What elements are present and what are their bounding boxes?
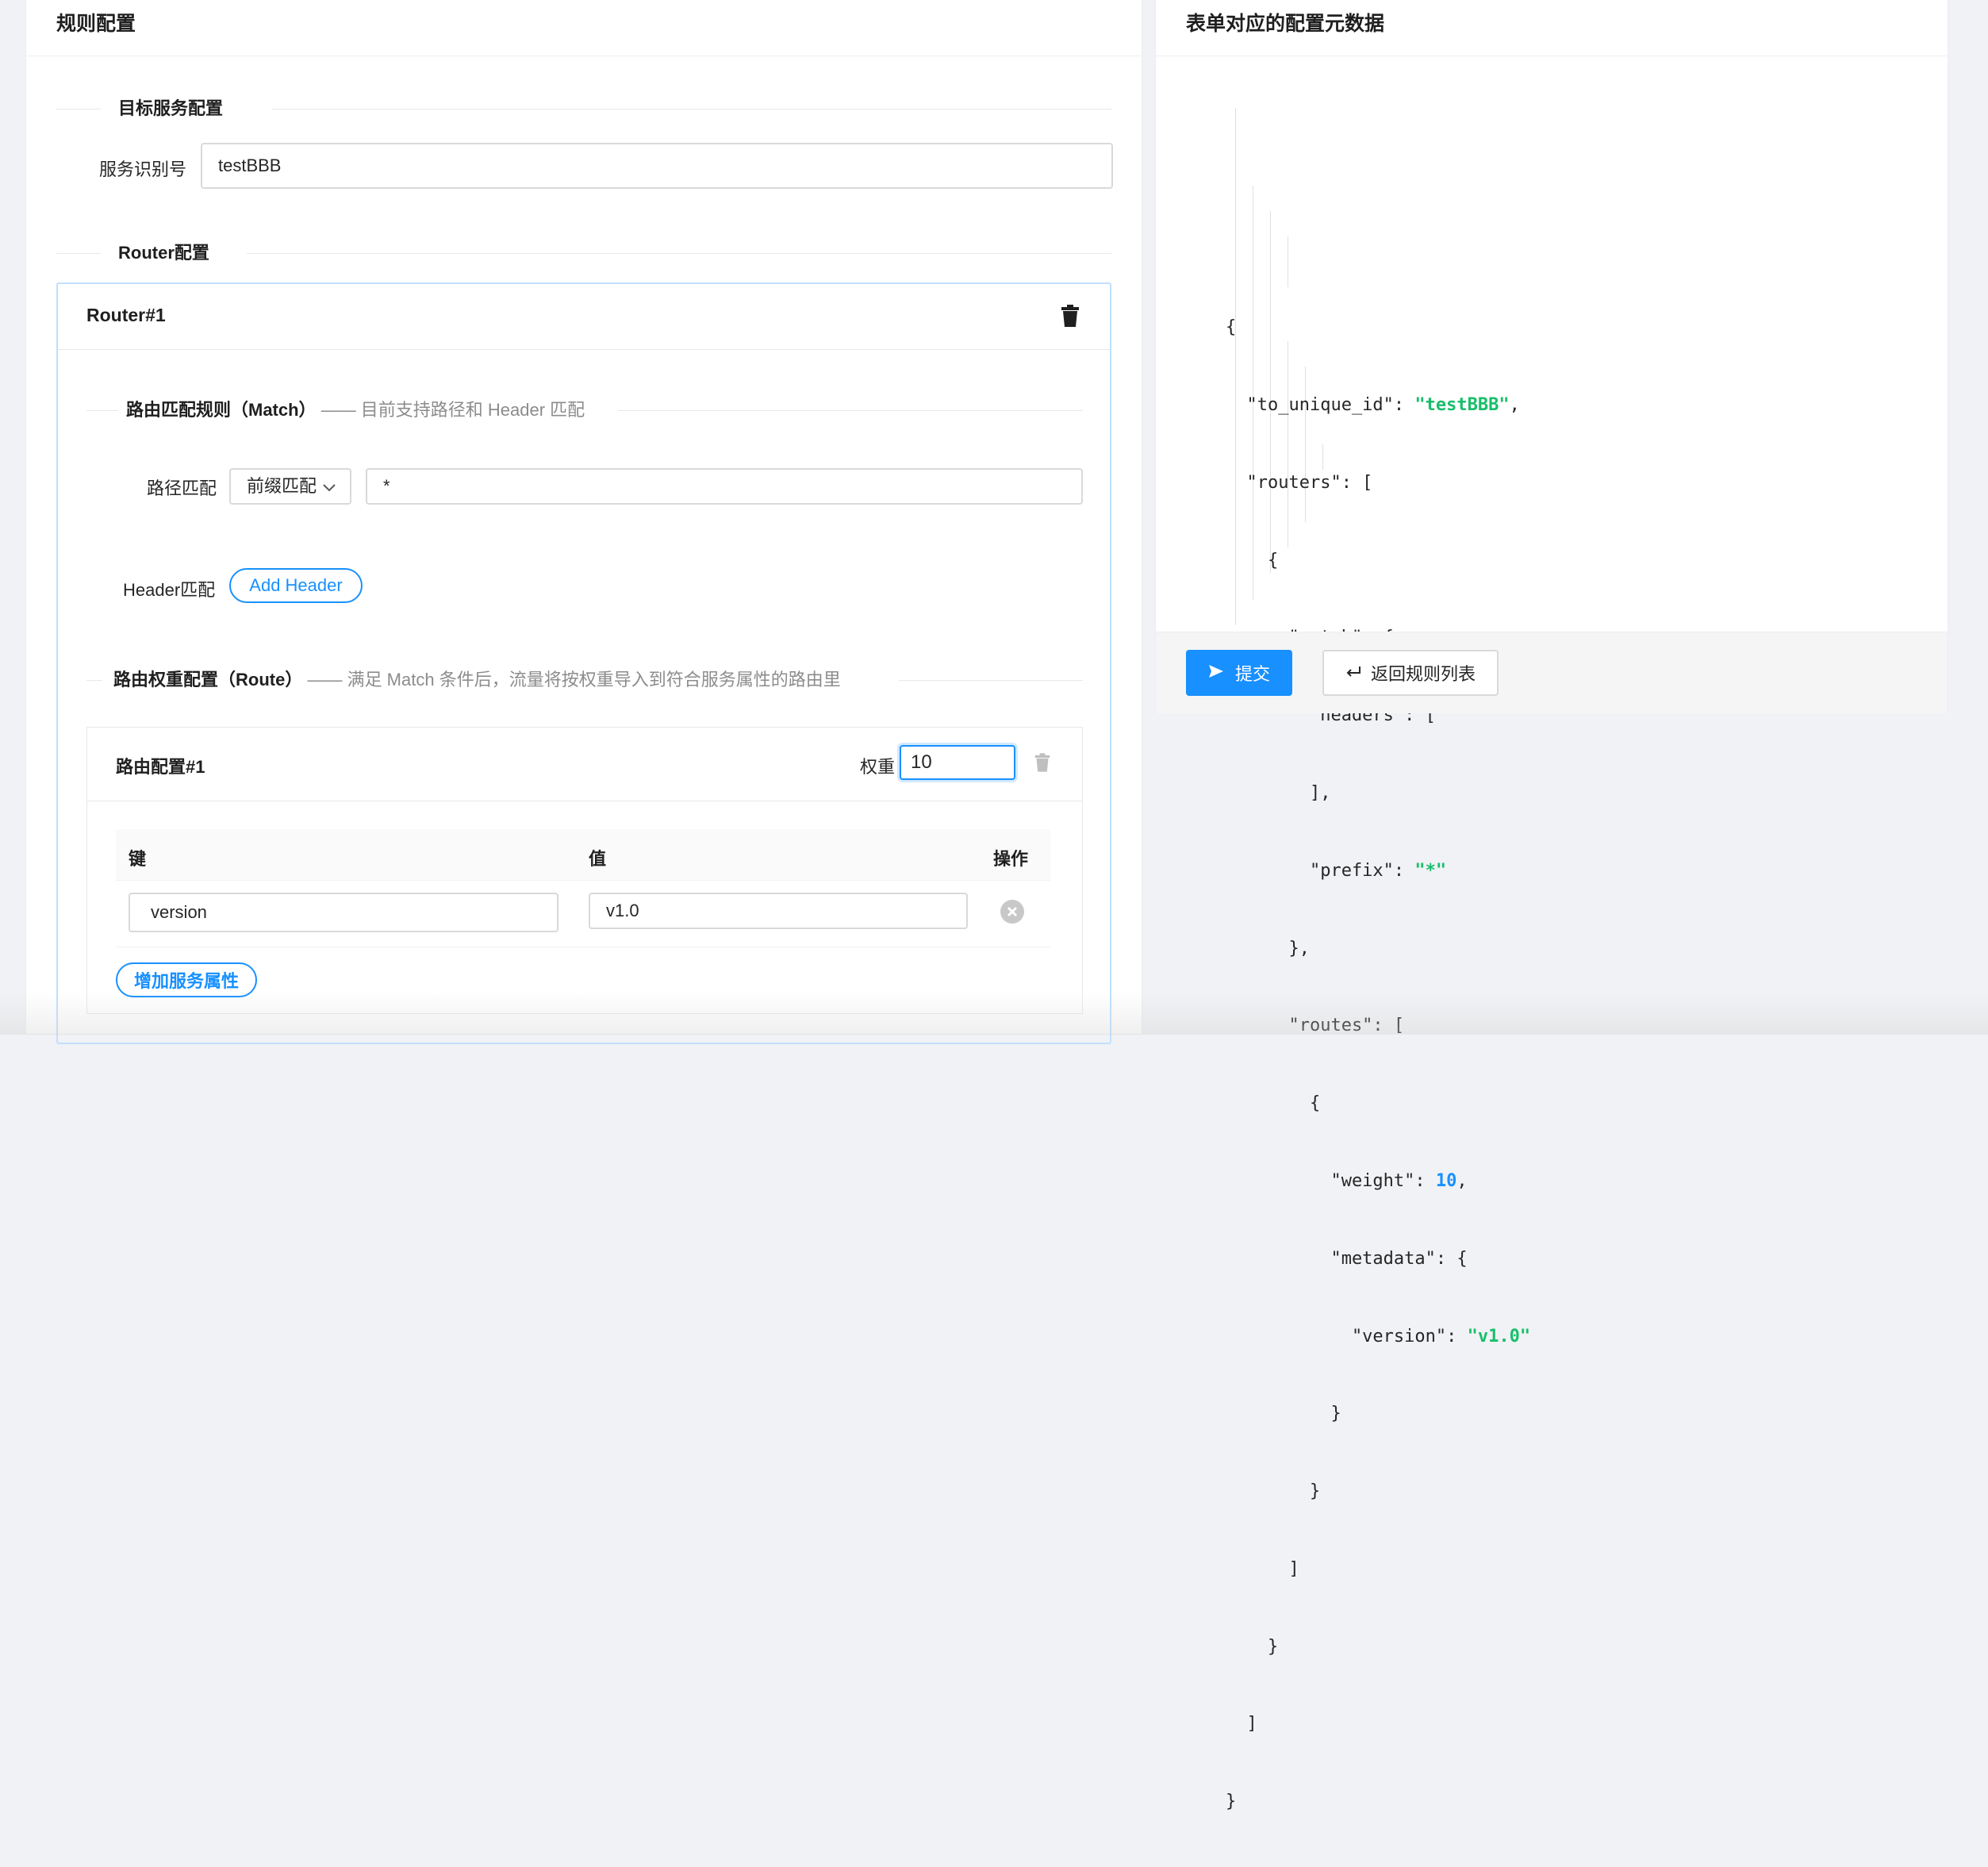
route-card-header: 路由配置#1 权重 10 [87, 728, 1082, 801]
rule-config-header: 规则配置 [26, 0, 1142, 56]
json-line: } [1226, 1636, 1279, 1657]
json-line: ] [1226, 1558, 1299, 1579]
json-line: } [1226, 1481, 1321, 1502]
route-card: 路由配置#1 权重 10 键 值 操作 version v1.0 增加服务属性 [86, 727, 1083, 1014]
json-viewer: { "to_unique_id": "testBBB", "routers": … [1226, 83, 1530, 1867]
send-icon [1208, 663, 1224, 683]
header-match-label: Header匹配 [123, 580, 216, 600]
path-mode-value: 前缀匹配 [247, 476, 317, 496]
action-footer: 提交 返回规则列表 [1156, 632, 1948, 713]
target-service-heading: 目标服务配置 [118, 98, 224, 118]
path-value: * [383, 476, 390, 496]
path-match-label: 路径匹配 [147, 478, 217, 498]
json-line: { [1226, 317, 1237, 338]
json-line: "prefix": "*" [1226, 860, 1447, 881]
json-line: "metadata": { [1226, 1248, 1468, 1269]
json-line: { [1226, 550, 1279, 570]
submit-label: 提交 [1234, 664, 1270, 684]
weight-label: 权重 [860, 757, 896, 777]
add-header-button[interactable]: Add Header [229, 568, 363, 603]
json-line: } [1226, 1792, 1237, 1812]
rule-config-title: 规则配置 [56, 13, 136, 35]
json-line: ] [1226, 1714, 1257, 1734]
enter-icon [1345, 663, 1361, 683]
json-line: ], [1226, 783, 1331, 804]
metadata-title: 表单对应的配置元数据 [1186, 13, 1385, 35]
attribute-value: v1.0 [606, 901, 639, 920]
chevron-down-icon [323, 478, 336, 495]
weight-input[interactable]: 10 [900, 745, 1015, 780]
router-card: Router#1 路由匹配规则（Match） —— 目前支持路径和 Header… [56, 282, 1111, 1044]
route-divider: 路由权重配置（Route） —— 满足 Match 条件后，流量将按权重导入到符… [86, 668, 1083, 692]
trash-icon[interactable] [1034, 753, 1050, 772]
attribute-key: version [151, 902, 207, 922]
path-value-input[interactable]: * [366, 468, 1083, 505]
column-key: 键 [129, 849, 147, 869]
back-to-list-button[interactable]: 返回规则列表 [1322, 650, 1499, 696]
json-line: "to_unique_id": "testBBB", [1226, 395, 1520, 416]
service-id-input[interactable]: testBBB [201, 143, 1113, 189]
route-heading: 路由权重配置（Route） [113, 670, 303, 690]
metadata-header: 表单对应的配置元数据 [1156, 0, 1948, 56]
service-id-label: 服务识别号 [99, 159, 187, 179]
service-id-value: testBBB [218, 156, 282, 175]
route-title: 路由配置#1 [116, 757, 205, 777]
router-config-heading: Router配置 [118, 243, 209, 263]
json-line: "weight": 10, [1226, 1170, 1468, 1191]
route-description: —— 满足 Match 条件后，流量将按权重导入到符合服务属性的路由里 [307, 670, 841, 690]
target-service-divider: 目标服务配置 [56, 97, 1111, 121]
json-line: "routers": [ [1226, 472, 1373, 493]
column-action: 操作 [993, 849, 1029, 869]
router-title: Router#1 [86, 305, 166, 325]
attribute-key-input[interactable]: version [129, 893, 558, 932]
rule-config-card: 规则配置 目标服务配置 服务识别号 testBBB Router配置 Route… [25, 0, 1142, 1044]
match-description: —— 目前支持路径和 Header 匹配 [320, 400, 585, 420]
bottom-shadow [0, 992, 1988, 1035]
close-circle-icon[interactable] [1000, 899, 1025, 924]
match-divider: 路由匹配规则（Match） —— 目前支持路径和 Header 匹配 [86, 398, 1083, 422]
json-line: } [1226, 1404, 1341, 1424]
weight-value: 10 [911, 751, 932, 773]
submit-button[interactable]: 提交 [1186, 650, 1292, 696]
attributes-table-header: 键 值 操作 [116, 829, 1050, 881]
router-config-divider: Router配置 [56, 241, 1111, 265]
json-line: }, [1226, 938, 1310, 958]
json-line: { [1226, 1093, 1321, 1114]
attribute-value-input[interactable]: v1.0 [589, 893, 968, 929]
column-value: 值 [589, 849, 607, 869]
back-label: 返回规则列表 [1370, 664, 1476, 684]
metadata-card: 表单对应的配置元数据 { "to_unique_id": "testBBB", … [1155, 0, 1948, 1811]
path-mode-select[interactable]: 前缀匹配 [229, 468, 351, 505]
trash-icon[interactable] [1061, 305, 1080, 327]
router-card-header: Router#1 [58, 284, 1110, 350]
json-line: "version": "v1.0" [1226, 1326, 1531, 1346]
match-heading: 路由匹配规则（Match） [126, 400, 317, 420]
table-row: version v1.0 [116, 880, 1050, 947]
